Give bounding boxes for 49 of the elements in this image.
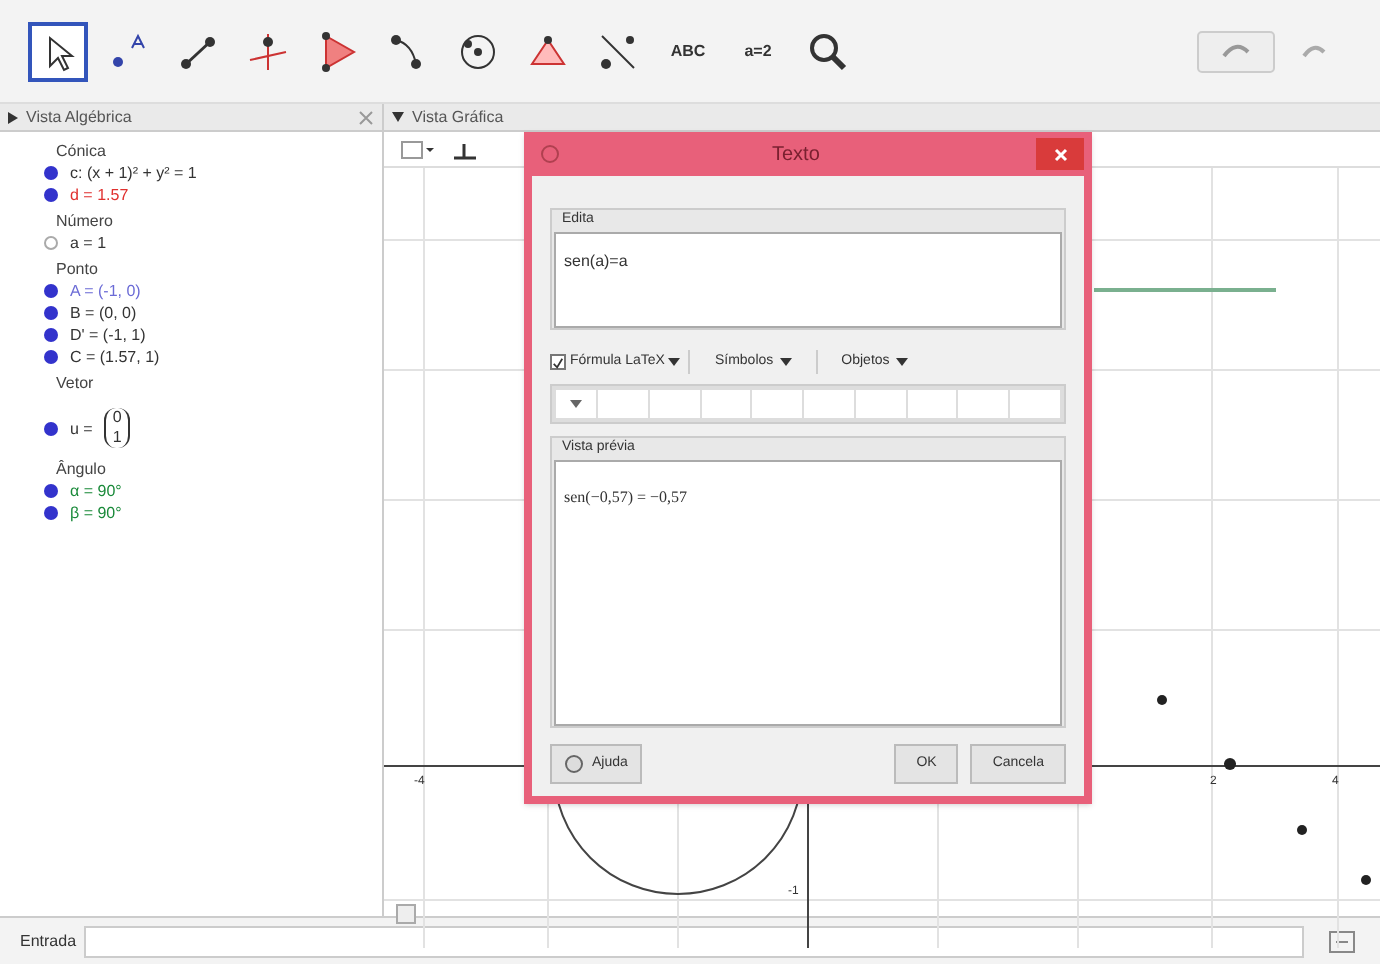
object-value[interactable]: d = 1.57 bbox=[70, 184, 129, 206]
collapse-icon[interactable] bbox=[392, 112, 404, 122]
group-label[interactable]: Ponto bbox=[56, 258, 382, 280]
object-value[interactable]: c: (x + 1)² + y² = 1 bbox=[70, 162, 197, 184]
object-value[interactable]: β = 90° bbox=[70, 502, 122, 524]
object-value[interactable]: A = (-1, 0) bbox=[70, 280, 141, 302]
text-input-field[interactable]: sen(a)=a bbox=[554, 232, 1062, 328]
tool-button[interactable] bbox=[28, 21, 88, 81]
input-label: Entrada bbox=[20, 929, 77, 953]
object-value[interactable]: u = bbox=[70, 417, 93, 439]
undo-icon[interactable] bbox=[1196, 29, 1276, 73]
visibility-toggle[interactable] bbox=[44, 166, 58, 180]
visibility-toggle[interactable] bbox=[44, 350, 58, 364]
dialog-title: Texto bbox=[772, 141, 820, 169]
visibility-toggle[interactable] bbox=[44, 328, 58, 342]
group-label[interactable]: Vetor bbox=[56, 372, 382, 394]
visibility-toggle[interactable] bbox=[44, 284, 58, 298]
object-value[interactable]: α = 90° bbox=[70, 480, 122, 502]
caret-icon bbox=[668, 356, 681, 368]
visibility-toggle[interactable] bbox=[44, 484, 58, 498]
dropdown-icon[interactable] bbox=[556, 390, 596, 418]
caret-icon bbox=[895, 356, 908, 368]
visibility-toggle[interactable] bbox=[44, 506, 58, 520]
object-value[interactable]: D' = (-1, 1) bbox=[70, 324, 146, 346]
object-value[interactable]: a = 1 bbox=[70, 232, 107, 254]
grid-style-icon[interactable] bbox=[400, 139, 436, 159]
app-icon bbox=[540, 144, 560, 164]
matrix-entry: 1 bbox=[112, 428, 122, 448]
collapse-icon[interactable] bbox=[8, 111, 18, 123]
checkbox[interactable] bbox=[550, 354, 566, 370]
object-value[interactable]: B = (0, 0) bbox=[70, 302, 137, 324]
visibility-toggle[interactable] bbox=[44, 188, 58, 202]
close-button[interactable] bbox=[1036, 138, 1084, 170]
group-label[interactable]: Ângulo bbox=[56, 458, 382, 480]
group-label[interactable]: Número bbox=[56, 210, 382, 232]
object-value[interactable]: C = (1.57, 1) bbox=[70, 346, 160, 368]
input-bar-field[interactable] bbox=[84, 925, 1304, 957]
close-icon bbox=[1053, 147, 1067, 161]
visibility-toggle[interactable] bbox=[44, 421, 58, 435]
caret-icon bbox=[779, 356, 792, 368]
visibility-toggle[interactable] bbox=[44, 236, 58, 250]
group-label[interactable]: Cónica bbox=[56, 140, 382, 162]
panel-title: Vista Gráfica bbox=[412, 105, 504, 129]
preview-text: sen(−0,57) = −0,57 bbox=[564, 488, 688, 506]
visibility-toggle[interactable] bbox=[44, 306, 58, 320]
help-icon bbox=[564, 754, 584, 774]
keyboard-icon[interactable] bbox=[1328, 929, 1360, 953]
panel-title: Vista Algébrica bbox=[26, 105, 132, 129]
matrix-entry: 0 bbox=[112, 408, 122, 428]
